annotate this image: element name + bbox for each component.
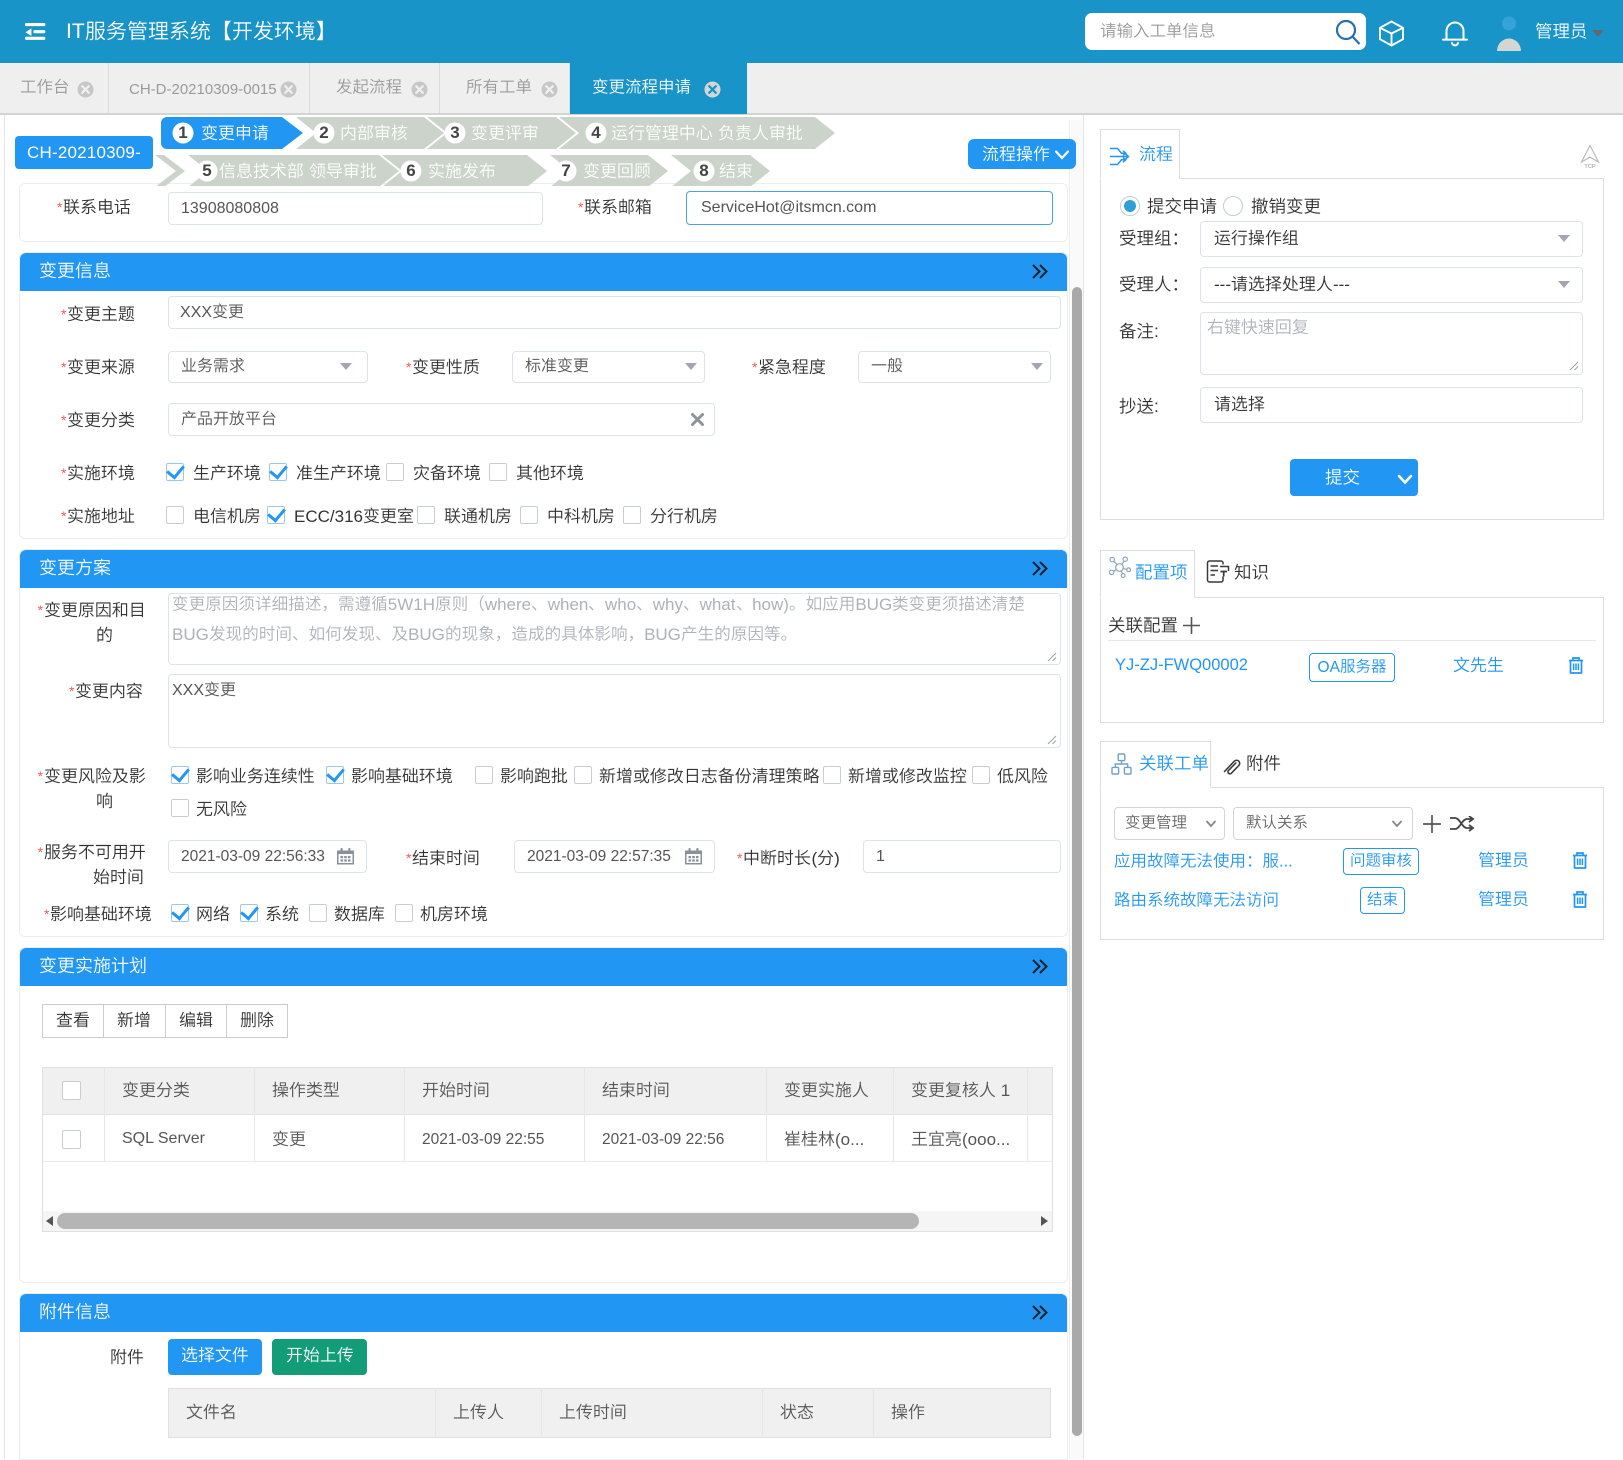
svg-text:TCP: TCP (1584, 164, 1596, 169)
